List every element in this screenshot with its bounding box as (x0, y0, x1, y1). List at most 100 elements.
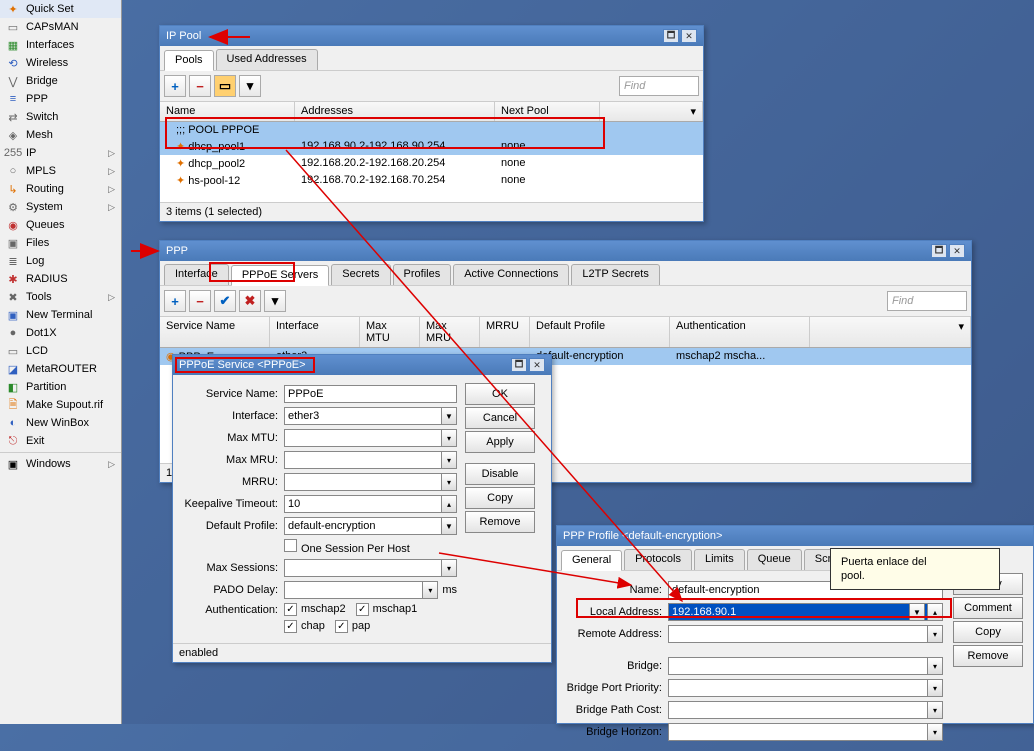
spinner-icon[interactable]: ▾ (927, 723, 943, 741)
remove-button[interactable]: − (189, 290, 211, 312)
local-address-input[interactable] (668, 603, 943, 621)
sidebar-item-new-terminal[interactable]: ▣New Terminal (0, 306, 121, 324)
group-row[interactable]: ;;; POOL PPPOE (160, 122, 703, 138)
tab-interface[interactable]: Interface (164, 264, 229, 285)
tab-limits[interactable]: Limits (694, 549, 745, 570)
sidebar-item-tools[interactable]: ✖Tools▷ (0, 288, 121, 306)
sidebar-item-mesh[interactable]: ◈Mesh (0, 126, 121, 144)
col-mrru[interactable]: MRRU (480, 317, 530, 347)
pado-delay-input[interactable] (284, 581, 438, 599)
disable-button[interactable]: Disable (465, 463, 535, 485)
tab-l2tp-secrets[interactable]: L2TP Secrets (571, 264, 659, 285)
close-button[interactable]: ✕ (681, 29, 697, 43)
table-row[interactable]: ✦ dhcp_pool2 192.168.20.2-192.168.20.254… (160, 155, 703, 172)
pap-checkbox[interactable]: ✓ (335, 620, 348, 633)
dropdown-icon[interactable]: ▼ (441, 517, 457, 535)
col-mtu[interactable]: Max MTU (360, 317, 420, 347)
sidebar-item-radius[interactable]: ✱RADIUS (0, 270, 121, 288)
spinner-icon[interactable]: ▾ (441, 429, 457, 447)
close-button[interactable]: ✕ (949, 244, 965, 258)
spinner-icon[interactable]: ▾ (441, 451, 457, 469)
titlebar-ip-pool[interactable]: IP Pool 🗖 ✕ (160, 26, 703, 46)
spinner-icon[interactable]: ▾ (927, 625, 943, 643)
dropdown-icon[interactable]: ▼ (909, 603, 925, 621)
sidebar-item-bridge[interactable]: ⋁Bridge (0, 72, 121, 90)
sidebar-item-files[interactable]: ▣Files (0, 234, 121, 252)
restore-button[interactable]: 🗖 (663, 29, 679, 43)
spinner-icon[interactable]: ▴ (441, 495, 457, 513)
copy-button[interactable]: Copy (953, 621, 1023, 643)
table-row[interactable]: ✦ dhcp_pool1 192.168.90.2-192.168.90.254… (160, 138, 703, 155)
find-input[interactable]: Find (619, 76, 699, 96)
table-row[interactable]: ✦ hs-pool-12 192.168.70.2-192.168.70.254… (160, 172, 703, 189)
max-mtu-input[interactable] (284, 429, 457, 447)
bridge-port-priority-input[interactable] (668, 679, 943, 697)
tab-protocols[interactable]: Protocols (624, 549, 692, 570)
default-profile-input[interactable] (284, 517, 457, 535)
cancel-button[interactable]: Cancel (465, 407, 535, 429)
keepalive-input[interactable] (284, 495, 457, 513)
sidebar-item-switch[interactable]: ⇄Switch (0, 108, 121, 126)
spinner-icon[interactable]: ▾ (927, 679, 943, 697)
mrru-input[interactable] (284, 473, 457, 491)
tab-general[interactable]: General (561, 550, 622, 571)
sidebar-item-system[interactable]: ⚙System▷ (0, 198, 121, 216)
filter-button[interactable]: ▾ (239, 75, 261, 97)
tab-pools[interactable]: Pools (164, 50, 214, 71)
one-session-checkbox[interactable] (284, 539, 297, 552)
tab-used-addresses[interactable]: Used Addresses (216, 49, 318, 70)
bridge-input[interactable] (668, 657, 943, 675)
comment-button[interactable]: Comment (953, 597, 1023, 619)
sidebar-item-dot1x[interactable]: ●Dot1X (0, 324, 121, 342)
remove-button[interactable]: Remove (465, 511, 535, 533)
apply-button[interactable]: Apply (465, 431, 535, 453)
titlebar-pppoe-service[interactable]: PPPoE Service <PPPoE> 🗖 ✕ (173, 355, 551, 375)
bridge-path-cost-input[interactable] (668, 701, 943, 719)
bridge-horizon-input[interactable] (668, 723, 943, 741)
tab-secrets[interactable]: Secrets (331, 264, 390, 285)
list-body[interactable]: ;;; POOL PPPOE ✦ dhcp_pool1 192.168.90.2… (160, 122, 703, 202)
max-sessions-input[interactable] (284, 559, 457, 577)
restore-button[interactable]: 🗖 (511, 358, 527, 372)
close-button[interactable]: ✕ (529, 358, 545, 372)
col-addresses[interactable]: Addresses (295, 102, 495, 121)
chap-checkbox[interactable]: ✓ (284, 620, 297, 633)
col-profile[interactable]: Default Profile (530, 317, 670, 347)
sidebar-windows[interactable]: ▣ Windows ▷ (0, 455, 121, 473)
remove-button[interactable]: − (189, 75, 211, 97)
find-input[interactable]: Find (887, 291, 967, 311)
tab-pppoe-servers[interactable]: PPPoE Servers (231, 265, 329, 286)
col-auth[interactable]: Authentication (670, 317, 810, 347)
spinner-icon[interactable]: ▾ (441, 559, 457, 577)
mschap1-checkbox[interactable]: ✓ (356, 603, 369, 616)
sidebar-item-exit[interactable]: ⎋Exit (0, 432, 121, 450)
sidebar-item-ppp[interactable]: ≡PPP (0, 90, 121, 108)
titlebar-ppp[interactable]: PPP 🗖 ✕ (160, 241, 971, 261)
sidebar-item-metarouter[interactable]: ◪MetaROUTER (0, 360, 121, 378)
filter-button[interactable]: ▾ (264, 290, 286, 312)
sidebar-item-new-winbox[interactable]: ◐New WinBox (0, 414, 121, 432)
tab-profiles[interactable]: Profiles (393, 264, 452, 285)
spinner-icon[interactable]: ▾ (441, 473, 457, 491)
interface-input[interactable] (284, 407, 457, 425)
col-service[interactable]: Service Name (160, 317, 270, 347)
col-menu[interactable]: ▾ (810, 317, 971, 347)
max-mru-input[interactable] (284, 451, 457, 469)
sidebar-item-make-supout.rif[interactable]: 🗎Make Supout.rif (0, 396, 121, 414)
spinner-icon[interactable]: ▾ (422, 581, 438, 599)
remote-address-input[interactable] (668, 625, 943, 643)
service-name-input[interactable] (284, 385, 457, 403)
remove-button[interactable]: Remove (953, 645, 1023, 667)
dropdown-icon[interactable]: ▼ (441, 407, 457, 425)
col-name[interactable]: Name (160, 102, 295, 121)
mschap2-checkbox[interactable]: ✓ (284, 603, 297, 616)
sidebar-item-ip[interactable]: 255IP▷ (0, 144, 121, 162)
sidebar-item-mpls[interactable]: ○MPLS▷ (0, 162, 121, 180)
sidebar-item-partition[interactable]: ◧Partition (0, 378, 121, 396)
enable-button[interactable]: ✔ (214, 290, 236, 312)
add-button[interactable]: + (164, 290, 186, 312)
sidebar-item-interfaces[interactable]: ▦Interfaces (0, 36, 121, 54)
ok-button[interactable]: OK (465, 383, 535, 405)
up-icon[interactable]: ▴ (927, 603, 943, 621)
restore-button[interactable]: 🗖 (931, 244, 947, 258)
